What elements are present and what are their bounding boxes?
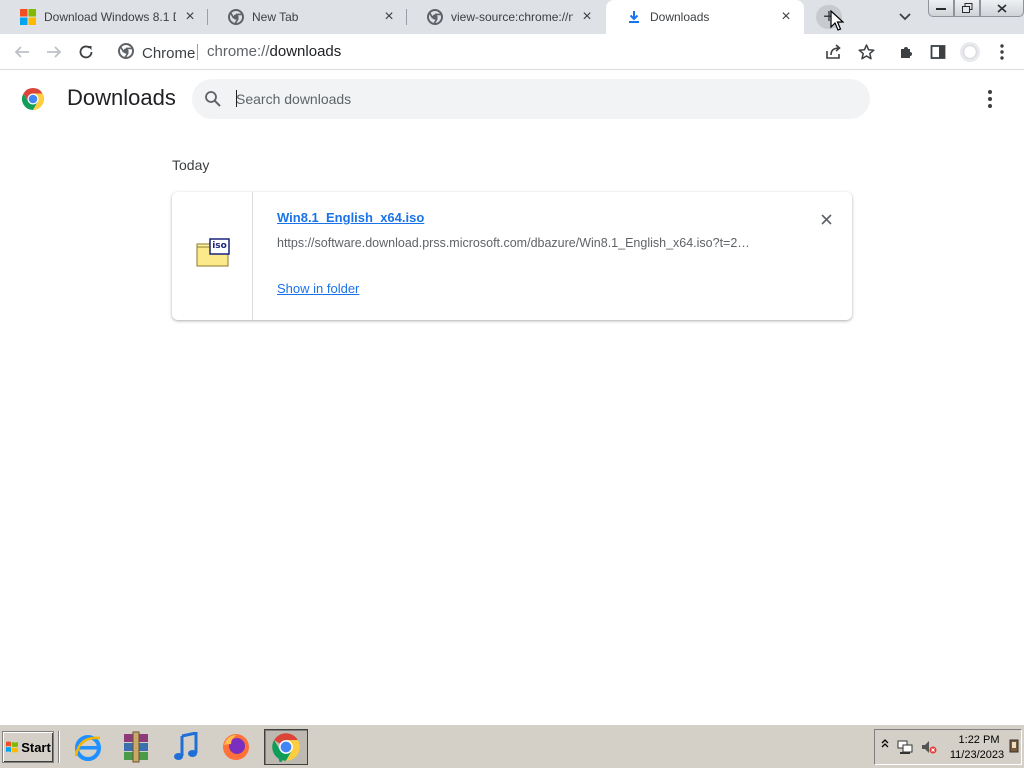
remove-download-close-icon[interactable] (817, 210, 835, 228)
chrome-icon (427, 9, 443, 25)
address-bar[interactable]: Chrome chrome://downloads (110, 38, 886, 66)
url-path: downloads (269, 43, 342, 60)
extensions-puzzle-icon[interactable] (896, 42, 916, 62)
action-center-flag-icon[interactable] (1009, 739, 1019, 760)
iso-file-icon: iso (196, 238, 230, 273)
windows-flag-icon (5, 740, 19, 754)
restore-button[interactable] (954, 0, 980, 17)
omnibox-divider (197, 44, 198, 60)
side-panel-icon[interactable] (928, 42, 948, 62)
browser-toolbar: Chrome chrome://downloads (0, 34, 1024, 70)
tab-new-tab[interactable]: New Tab × (208, 0, 407, 34)
url-scheme: chrome:// (207, 43, 270, 60)
windows-logo-icon (20, 9, 36, 25)
chrome-icon (118, 43, 134, 63)
reload-icon[interactable] (76, 42, 96, 62)
site-info-chip[interactable]: Chrome (118, 43, 195, 63)
show-in-folder-link[interactable]: Show in folder (277, 281, 359, 296)
clock-time[interactable]: 1:22 PM (953, 734, 1005, 746)
url-text[interactable]: chrome://downloads (207, 43, 341, 60)
site-label: Chrome (142, 44, 196, 62)
share-icon[interactable] (824, 42, 844, 62)
download-icon (626, 9, 642, 25)
back-arrow-icon[interactable] (12, 42, 32, 62)
more-actions-icon[interactable] (981, 88, 999, 110)
tab-close-icon[interactable]: × (381, 8, 397, 25)
start-label: Start (21, 739, 51, 755)
clock-date[interactable]: 11/23/2023 (945, 749, 1009, 761)
minimize-button[interactable] (928, 0, 954, 17)
window-close-button[interactable] (980, 0, 1024, 17)
firefox-icon[interactable] (214, 729, 258, 765)
file-type-badge: iso (212, 241, 227, 251)
volume-muted-icon[interactable] (921, 739, 937, 760)
network-icon[interactable] (897, 739, 913, 760)
tab-strip: Download Windows 8.1 Dis × New Tab × vie… (0, 0, 1024, 34)
tab-title: Downloads (650, 10, 710, 24)
tab-downloads[interactable]: Downloads × (606, 0, 804, 34)
window-controls (928, 0, 1024, 18)
profile-avatar-icon[interactable] (959, 41, 981, 63)
search-icon (204, 90, 222, 113)
tab-view-source[interactable]: view-source:chrome://new × (407, 0, 605, 34)
browser-menu-icon[interactable] (992, 42, 1012, 62)
bookmark-star-icon[interactable] (856, 42, 876, 62)
itunes-icon[interactable] (164, 729, 208, 765)
tab-search-chevron-icon[interactable] (896, 8, 914, 26)
mouse-cursor-icon (830, 9, 845, 32)
tab-title: view-source:chrome://new (451, 10, 573, 24)
text-caret (236, 90, 237, 107)
taskbar-separator (58, 731, 60, 763)
windows-taskbar: Start 1:22 PM 11/23/2023 (0, 724, 1024, 768)
tab-close-icon[interactable]: × (778, 8, 794, 25)
download-source-url[interactable]: https://software.download.prss.microsoft… (277, 236, 777, 250)
date-section-heading: Today (172, 157, 210, 173)
chrome-icon (228, 9, 244, 25)
tab-title: Download Windows 8.1 Dis (44, 10, 176, 24)
chrome-icon[interactable] (264, 729, 308, 765)
tab-title: New Tab (252, 10, 299, 24)
tab-close-icon[interactable]: × (579, 8, 595, 25)
system-tray: 1:22 PM 11/23/2023 (874, 729, 1022, 765)
tab-close-icon[interactable]: × (182, 8, 198, 25)
file-icon-column: iso (172, 192, 253, 320)
start-button[interactable]: Start (2, 731, 54, 763)
search-downloads-box[interactable] (192, 79, 870, 119)
show-hidden-icons-chevron-icon[interactable] (881, 737, 889, 751)
forward-arrow-icon[interactable] (44, 42, 64, 62)
downloads-header: Downloads (0, 71, 1024, 127)
download-file-name-link[interactable]: Win8.1_English_x64.iso (277, 210, 424, 225)
internet-explorer-icon[interactable] (66, 729, 110, 765)
winrar-icon[interactable] (114, 729, 158, 765)
download-item: iso Win8.1_English_x64.iso https://softw… (172, 192, 852, 320)
page-title: Downloads (67, 85, 176, 110)
search-downloads-input[interactable] (236, 79, 836, 119)
tab-download-windows[interactable]: Download Windows 8.1 Dis × (0, 0, 208, 34)
chrome-logo-icon (21, 87, 45, 111)
